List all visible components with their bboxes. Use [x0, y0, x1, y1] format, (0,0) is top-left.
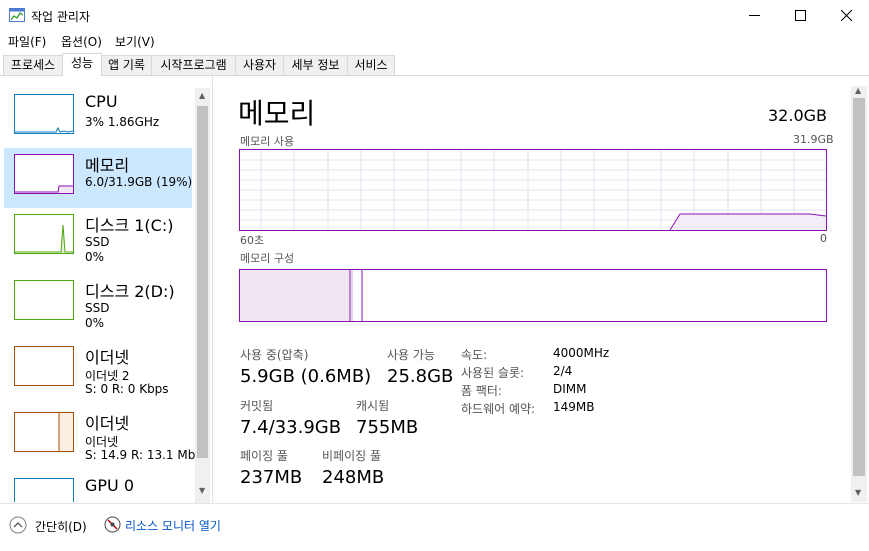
form-factor-label: 폼 팩터: [461, 384, 502, 398]
menu-bar: 파일(F) 옵션(O) 보기(V) [0, 31, 869, 51]
tab-strip: 프로세스 성능 앱 기록 시작프로그램 사용자 세부 정보 서비스 [0, 53, 869, 76]
resource-list-scrollbar[interactable]: ▲ ▼ [195, 88, 210, 504]
resource-gpu-0[interactable]: GPU 0 [4, 472, 192, 502]
available-value: 25.8GB [387, 366, 454, 387]
scrollbar-thumb[interactable] [197, 106, 208, 458]
resource-monitor-icon [104, 516, 121, 533]
resource-name: 이더넷 [85, 348, 130, 367]
time-axis-end: 0 [820, 232, 827, 245]
resource-detail: 3% 1.86GHz [85, 115, 160, 129]
paged-pool-label: 페이징 풀 [240, 449, 288, 463]
resource-list: CPU 3% 1.86GHz 메모리 6.0/31.9GB (19%) 디스크 … [0, 76, 213, 504]
in-use-value: 5.9GB (0.6MB) [240, 366, 372, 387]
slots-value: 2/4 [553, 364, 573, 378]
fewer-details-button[interactable]: 간단히(D) [35, 518, 87, 535]
memory-thumbnail-graph [14, 154, 74, 194]
open-resource-monitor-link[interactable]: 리소스 모니터 열기 [125, 517, 221, 534]
window-title: 작업 관리자 [31, 10, 91, 24]
cached-value: 755MB [356, 417, 419, 438]
speed-label: 속도: [461, 348, 488, 362]
available-label: 사용 가능 [387, 348, 435, 362]
disk-2-thumbnail-graph [14, 280, 74, 320]
resource-type: SSD [85, 301, 110, 315]
resource-memory[interactable]: 메모리 6.0/31.9GB (19%) [4, 148, 192, 208]
tab-processes[interactable]: 프로세스 [3, 55, 63, 75]
paged-pool-value: 237MB [240, 467, 303, 488]
nonpaged-pool-value: 248MB [322, 467, 385, 488]
memory-composition-label: 메모리 구성 [240, 252, 295, 265]
memory-usage-max: 31.9GB [793, 133, 834, 146]
menu-file[interactable]: 파일(F) [8, 33, 46, 50]
task-manager-icon [9, 8, 25, 22]
nonpaged-pool-label: 비페이징 풀 [322, 449, 382, 463]
form-factor-value: DIMM [553, 382, 587, 396]
scroll-up-icon[interactable]: ▲ [855, 86, 861, 95]
tab-startup[interactable]: 시작프로그램 [151, 55, 236, 75]
disk-1-thumbnail-graph [14, 214, 74, 254]
slots-label: 사용된 슬롯: [461, 366, 525, 380]
menu-options[interactable]: 옵션(O) [61, 33, 102, 50]
tab-app-history[interactable]: 앱 기록 [101, 55, 152, 75]
tab-services[interactable]: 서비스 [347, 55, 395, 75]
maximize-icon [794, 10, 806, 21]
resource-ethernet-2[interactable]: 이더넷 이더넷 2 S: 0 R: 0 Kbps [4, 340, 192, 400]
gpu-thumbnail-graph [14, 478, 74, 502]
resource-name: CPU [85, 92, 118, 111]
resource-name: 이더넷 [85, 414, 130, 433]
resource-name: 디스크 2(D:) [85, 282, 175, 301]
resource-disk-2[interactable]: 디스크 2(D:) SSD 0% [4, 274, 192, 334]
scroll-down-icon[interactable]: ▼ [855, 488, 861, 497]
close-button[interactable] [823, 0, 869, 31]
page-title: 메모리 [238, 97, 316, 130]
close-icon [840, 10, 852, 21]
committed-value: 7.4/33.9GB [240, 417, 342, 438]
in-use-label: 사용 중(압축) [240, 348, 309, 362]
memory-usage-graph [239, 149, 827, 231]
resource-detail: S: 0 R: 0 Kbps [85, 382, 169, 396]
resource-disk-1[interactable]: 디스크 1(C:) SSD 0% [4, 208, 192, 268]
hardware-reserved-value: 149MB [553, 400, 595, 414]
title-bar: 작업 관리자 [0, 0, 869, 31]
footer: 간단히(D) 리소스 모니터 열기 [0, 503, 869, 551]
cpu-thumbnail-graph [14, 94, 74, 134]
speed-value: 4000MHz [553, 346, 610, 360]
tab-performance[interactable]: 성능 [62, 53, 102, 76]
resource-name: 메모리 [85, 156, 130, 175]
resource-detail: 6.0/31.9GB (19%) [85, 175, 193, 189]
resource-cpu[interactable]: CPU 3% 1.86GHz [4, 88, 192, 148]
memory-total: 32.0GB [768, 106, 827, 125]
scrollbar-thumb[interactable] [853, 98, 865, 476]
resource-detail: 0% [85, 316, 105, 330]
cached-label: 캐시됨 [356, 399, 390, 413]
committed-label: 커밋됨 [240, 399, 274, 413]
menu-view[interactable]: 보기(V) [115, 33, 155, 50]
tab-details[interactable]: 세부 정보 [283, 55, 348, 75]
ethernet-thumbnail-graph [14, 412, 74, 452]
minimize-icon [748, 15, 760, 16]
minimize-button[interactable] [731, 0, 777, 31]
resource-detail: S: 14.9 R: 13.1 Mbps [85, 448, 210, 462]
resource-detail: 0% [85, 250, 105, 264]
memory-composition-bar [239, 269, 827, 322]
resource-name: GPU 0 [85, 476, 135, 495]
ethernet-2-thumbnail-graph [14, 346, 74, 386]
scroll-up-icon[interactable]: ▲ [199, 91, 205, 100]
tab-users[interactable]: 사용자 [235, 55, 284, 75]
detail-scrollbar[interactable]: ▲ ▼ [851, 86, 867, 502]
chevron-up-circle-icon[interactable] [9, 516, 27, 534]
hardware-reserved-label: 하드웨어 예약: [461, 402, 536, 416]
time-axis-start: 60초 [240, 234, 265, 247]
resource-type: SSD [85, 235, 110, 249]
resource-name: 디스크 1(C:) [85, 216, 174, 235]
maximize-button[interactable] [777, 0, 823, 31]
resource-ethernet[interactable]: 이더넷 이더넷 S: 14.9 R: 13.1 Mbps [4, 406, 209, 466]
scroll-down-icon[interactable]: ▼ [199, 486, 205, 495]
memory-usage-label: 메모리 사용 [240, 135, 295, 148]
